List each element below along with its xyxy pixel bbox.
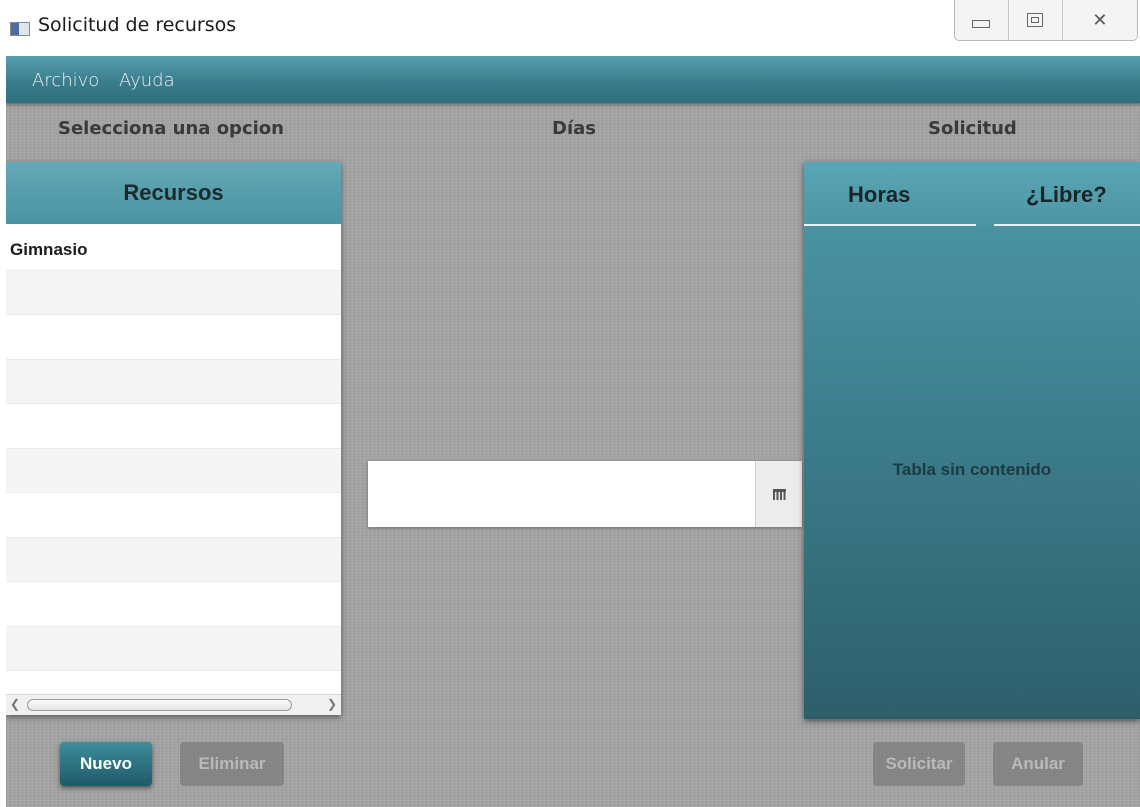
scroll-left-icon[interactable]: ❮	[10, 697, 20, 711]
eliminar-button[interactable]: Eliminar	[180, 742, 284, 786]
list-item-empty	[6, 582, 341, 627]
close-button[interactable]: ✕	[1063, 0, 1137, 40]
empty-table-message: Tabla sin contenido	[892, 460, 1052, 479]
menu-ayuda[interactable]: Ayuda	[119, 70, 175, 91]
window-content: Archivo Ayuda Selecciona una opcion Días…	[6, 56, 1140, 807]
date-input[interactable]	[368, 461, 756, 527]
date-picker	[368, 461, 802, 527]
nuevo-button[interactable]: Nuevo	[60, 742, 152, 786]
horizontal-scrollbar[interactable]: ❮ ❯	[6, 694, 341, 715]
scroll-right-icon[interactable]: ❯	[327, 697, 337, 711]
column-header-horas[interactable]: Horas	[848, 182, 910, 208]
calendar-button[interactable]	[755, 461, 802, 527]
window-title-bar: Solicitud de recursos ✕	[0, 0, 1140, 56]
window-controls: ✕	[954, 0, 1138, 41]
section-title-center: Días	[552, 118, 596, 139]
table-header: Horas ¿Libre?	[804, 162, 1140, 226]
list-item-empty	[6, 315, 341, 360]
column-divider	[804, 224, 976, 226]
window-title: Solicitud de recursos	[38, 14, 237, 36]
list-item-empty	[6, 270, 341, 315]
list-item-empty	[6, 448, 341, 493]
list-item-empty	[6, 359, 341, 404]
list-item[interactable]: Gimnasio	[6, 226, 341, 271]
close-icon: ✕	[1092, 9, 1108, 30]
column-divider	[994, 224, 1140, 226]
column-header-libre[interactable]: ¿Libre?	[1026, 182, 1107, 208]
maximize-icon	[1027, 13, 1044, 27]
schedule-table[interactable]: Horas ¿Libre? Tabla sin contenido	[804, 162, 1140, 719]
solicitar-button[interactable]: Solicitar	[873, 742, 965, 786]
resources-header-label: Recursos	[123, 180, 224, 205]
menu-bar: Archivo Ayuda	[6, 56, 1140, 103]
minimize-button[interactable]	[955, 0, 1009, 40]
list-item-empty	[6, 626, 341, 671]
list-item-empty	[6, 493, 341, 538]
maximize-button[interactable]	[1009, 0, 1063, 40]
app-icon	[10, 22, 30, 36]
resources-list[interactable]: Recursos Gimnasio ❮ ❯	[6, 162, 341, 715]
list-item-empty	[6, 537, 341, 582]
anular-button[interactable]: Anular	[993, 742, 1083, 786]
resources-column-header[interactable]: Recursos	[6, 162, 341, 226]
list-item-empty	[6, 404, 341, 449]
menu-archivo[interactable]: Archivo	[32, 70, 99, 91]
calendar-icon	[772, 488, 786, 500]
section-title-right: Solicitud	[928, 118, 1017, 139]
minimize-icon	[972, 20, 991, 28]
section-title-left: Selecciona una opcion	[58, 118, 284, 139]
scrollbar-thumb[interactable]	[27, 699, 292, 711]
